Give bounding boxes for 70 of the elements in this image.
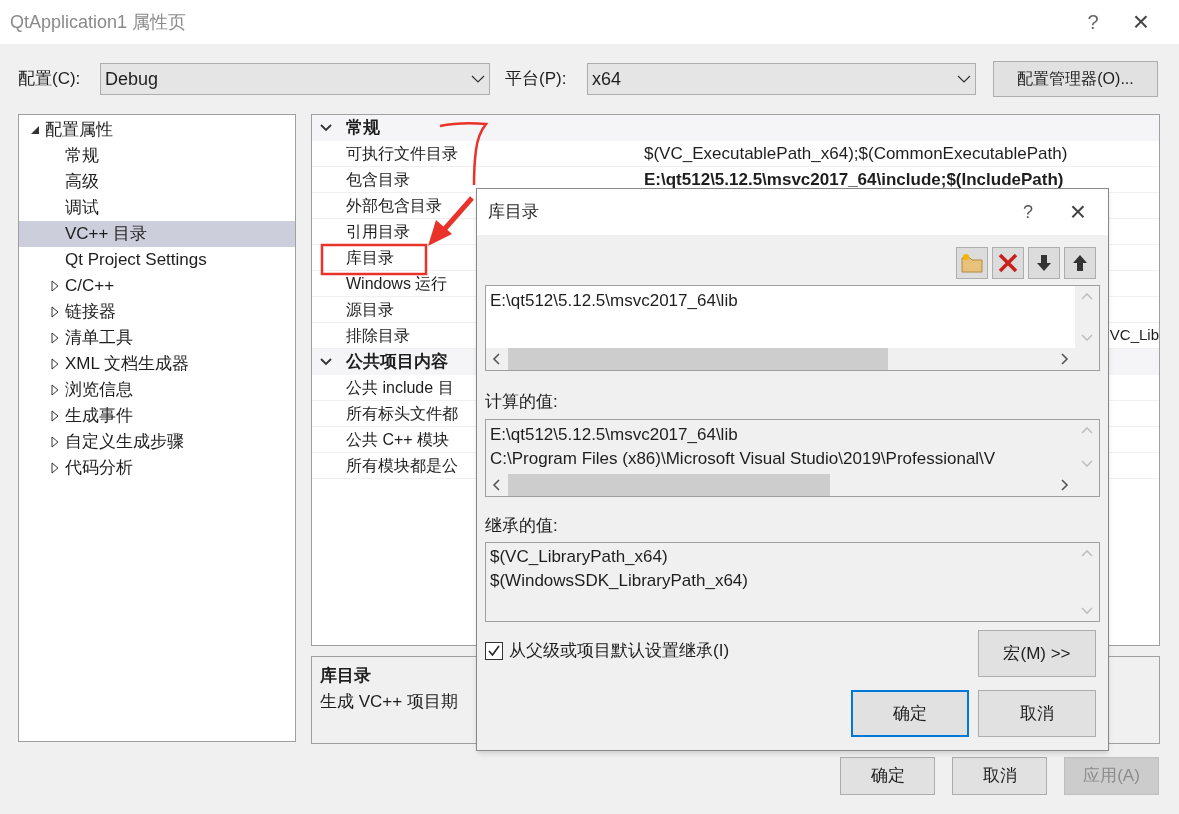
dialog-button[interactable]: 取消 [952, 757, 1047, 795]
computed-value: E:\qt512\5.12.5\msvc2017_64\lib [490, 423, 739, 446]
tree-item[interactable]: 清单工具 [19, 325, 295, 351]
collapsed-triangle-icon[interactable] [51, 436, 59, 448]
computed-values-label: 计算的值: [485, 391, 559, 413]
property-value[interactable]: E:\qt512\5.12.5\msvc2017_64\include;$(IncludePath) [644, 166, 1064, 193]
scrollbar-thumb[interactable] [508, 473, 830, 496]
tree-item[interactable]: XML 文档生成器 [19, 351, 295, 377]
dialog-button[interactable]: 确定 [840, 757, 935, 795]
ok-button[interactable]: 确定 [851, 690, 969, 737]
help-button[interactable]: ? [1073, 7, 1113, 37]
tree-item[interactable]: 配置属性 [19, 117, 295, 143]
collapsed-triangle-icon[interactable] [51, 306, 59, 318]
chevron-down-icon [471, 74, 485, 84]
arrow-down-icon [1035, 253, 1053, 273]
expanded-triangle-icon[interactable] [30, 125, 40, 135]
tree-item[interactable]: 代码分析 [19, 455, 295, 481]
window-title: QtApplication1 属性页 [10, 10, 188, 34]
config-dropdown[interactable]: Debug [100, 63, 490, 95]
collapsed-triangle-icon[interactable] [51, 410, 59, 422]
collapsed-triangle-icon[interactable] [51, 280, 59, 292]
macro-button[interactable]: 宏(M) >> [978, 630, 1096, 677]
chevron-down-icon[interactable] [320, 122, 332, 134]
move-down-button[interactable] [1028, 247, 1060, 279]
computed-value: C:\Program Files (x86)\Microsoft Visual Studio\2019\Professional\V [490, 447, 997, 470]
property-value[interactable]: VC_Lib [1109, 324, 1159, 347]
tree-item[interactable]: 链接器 [19, 299, 295, 325]
close-button[interactable]: × [1048, 191, 1108, 233]
scrollbar-thumb[interactable] [508, 348, 888, 370]
config-manager-button[interactable]: 配置管理器(O)... [993, 61, 1158, 97]
tree-item[interactable]: VC++ 目录 [19, 221, 295, 247]
tree-item[interactable]: 自定义生成步骤 [19, 429, 295, 455]
property-value[interactable]: $(VC_ExecutablePath_x64);$(CommonExecutablePath) [644, 140, 1068, 167]
property-name[interactable]: 包含目录 [346, 167, 644, 192]
close-button[interactable]: × [1113, 1, 1169, 43]
description-title: 库目录 [320, 665, 372, 687]
platform-label: 平台(P): [505, 68, 568, 91]
dialog-title: 库目录 [488, 201, 540, 224]
collapsed-triangle-icon[interactable] [51, 462, 59, 474]
tree-item[interactable]: 高级 [19, 169, 295, 195]
move-up-button[interactable] [1064, 247, 1096, 279]
directory-list[interactable]: E:\qt512\5.12.5\msvc2017_64\lib [485, 285, 1100, 371]
config-label: 配置(C): [18, 68, 82, 91]
tree-item[interactable]: 生成事件 [19, 403, 295, 429]
checkbox-label[interactable]: 从父级或项目默认设置继承(I) [509, 638, 730, 664]
section-header[interactable]: 常规 [312, 115, 1159, 141]
property-name[interactable]: 可执行文件目录 [346, 141, 644, 166]
chevron-down-icon [957, 74, 971, 84]
help-button[interactable]: ? [1008, 198, 1048, 226]
delete-x-icon [997, 252, 1019, 274]
collapsed-triangle-icon[interactable] [51, 358, 59, 370]
platform-dropdown[interactable]: x64 [587, 63, 976, 95]
cancel-button[interactable]: 取消 [978, 690, 1096, 737]
delete-button[interactable] [992, 247, 1024, 279]
chevron-down-icon[interactable] [320, 356, 332, 368]
tree-item[interactable]: C/C++ [19, 273, 295, 299]
annotation-arrow [428, 196, 474, 246]
tree-item[interactable]: 调试 [19, 195, 295, 221]
collapsed-triangle-icon[interactable] [51, 332, 59, 344]
description-text: 生成 VC++ 项目期 [320, 690, 458, 713]
inherited-value: $(VC_LibraryPath_x64) [490, 546, 669, 568]
inherited-values-label: 继承的值: [485, 514, 559, 537]
collapsed-triangle-icon[interactable] [51, 384, 59, 396]
checkbox[interactable] [485, 641, 503, 660]
arrow-up-icon [1071, 253, 1089, 273]
tree-item[interactable]: 常规 [19, 143, 295, 169]
folder-icon [960, 252, 984, 274]
inherited-value: $(WindowsSDK_LibraryPath_x64) [490, 570, 749, 592]
tree-item[interactable]: 浏览信息 [19, 377, 295, 403]
tree-item[interactable]: Qt Project Settings [19, 247, 295, 273]
